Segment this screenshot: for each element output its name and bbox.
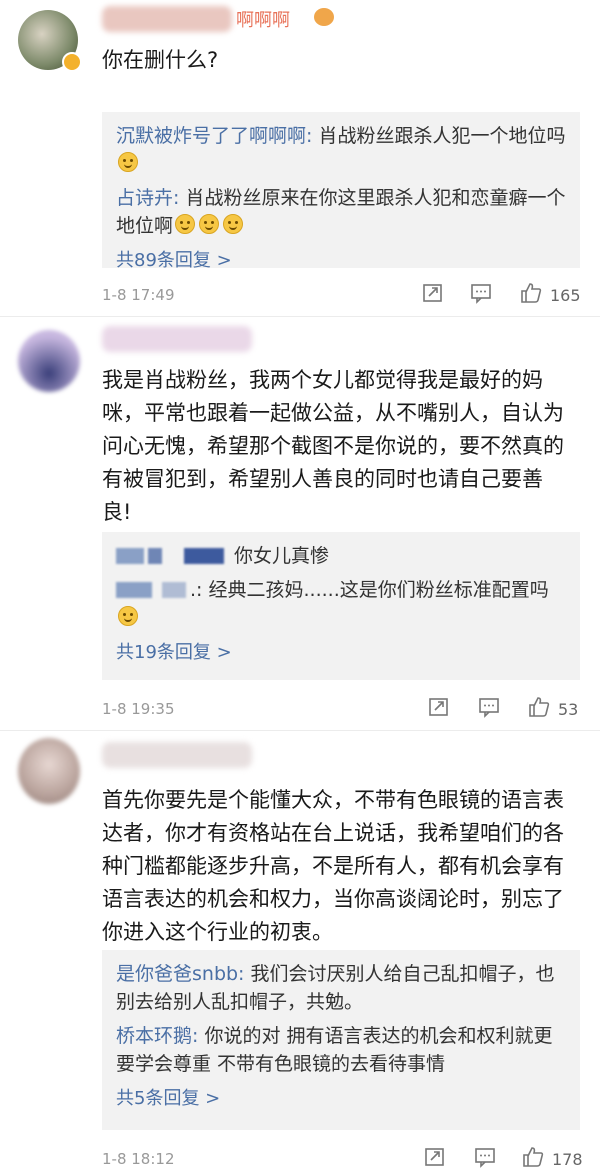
comment-meta: 1-8 19:35 53	[102, 694, 580, 724]
reply-text: 经典二孩妈......这是你们粉丝标准配置吗	[202, 579, 549, 601]
timestamp: 1-8 19:35	[102, 700, 175, 718]
like-count: 178	[552, 1150, 583, 1169]
username-suffix[interactable]: 啊啊啊	[236, 6, 290, 32]
comment-2: 我是肖战粉丝，我两个女儿都觉得我是最好的妈咪，平常也跟着一起做公益，从不嘴别人，…	[0, 318, 600, 728]
reply-item[interactable]: 占诗卉: 肖战粉丝原来在你这里跟杀人犯和恋童癖一个地位啊	[116, 184, 566, 240]
reply-author[interactable]: .:	[190, 579, 202, 601]
comment-text: 我是肖战粉丝，我两个女儿都觉得我是最好的妈咪，平常也跟着一起做公益，从不嘴别人，…	[102, 368, 564, 524]
reply-text: 你女儿真惨	[234, 545, 330, 567]
divider	[0, 316, 600, 317]
share-icon[interactable]	[428, 696, 450, 718]
reply-box[interactable]: 你女儿真惨 .: 经典二孩妈......这是你们粉丝标准配置吗 共19条回复 >	[102, 532, 580, 680]
reply-item[interactable]: 是你爸爸snbb: 我们会讨厌别人给自己乱扣帽子，也别去给别人乱扣帽子，共勉。	[116, 960, 566, 1016]
vip-emoji-icon	[314, 8, 334, 26]
timestamp: 1-8 18:12	[102, 1150, 175, 1168]
smile-emoji-icon	[223, 214, 244, 234]
more-replies-link[interactable]: 共89条回复 >	[116, 246, 566, 272]
reply-item[interactable]: 你女儿真惨	[116, 542, 566, 570]
like-count: 165	[550, 286, 581, 305]
like-icon[interactable]	[522, 1146, 544, 1168]
share-icon[interactable]	[424, 1146, 446, 1168]
comment-icon[interactable]	[474, 1146, 496, 1168]
comment-3: 首先你要先是个能懂大众，不带有色眼镜的语言表达者，你才有资格站在台上说话，我希望…	[0, 732, 600, 1171]
username-blurred[interactable]	[102, 326, 252, 352]
reply-author[interactable]: 占诗卉:	[116, 187, 179, 209]
reply-author[interactable]: 沉默被炸号了了啊啊啊:	[116, 125, 312, 147]
smile-emoji-icon	[199, 214, 220, 234]
comment-text: 你在删什么?	[102, 48, 219, 72]
reply-author[interactable]: 桥本环鹅:	[116, 1025, 198, 1047]
more-replies-link[interactable]: 共19条回复 >	[116, 638, 566, 664]
divider	[0, 730, 600, 731]
reply-author[interactable]: 是你爸爸snbb:	[116, 963, 244, 985]
reply-item[interactable]: .: 经典二孩妈......这是你们粉丝标准配置吗	[116, 576, 566, 632]
like-icon[interactable]	[528, 696, 550, 718]
like-icon[interactable]	[520, 282, 542, 304]
share-icon[interactable]	[422, 282, 444, 304]
reply-text: 肖战粉丝跟杀人犯一个地位吗	[312, 125, 566, 147]
reply-item[interactable]: 沉默被炸号了了啊啊啊: 肖战粉丝跟杀人犯一个地位吗	[116, 122, 566, 178]
verified-badge-icon	[62, 52, 82, 72]
pixelated-username[interactable]	[116, 545, 228, 567]
comment-text: 首先你要先是个能懂大众，不带有色眼镜的语言表达者，你才有资格站在台上说话，我希望…	[102, 788, 564, 944]
comment-meta: 1-8 18:12 178	[102, 1144, 583, 1174]
reply-item[interactable]: 桥本环鹅: 你说的对 拥有语言表达的机会和权利就更要学会尊重 不带有色眼镜的去看…	[116, 1022, 566, 1078]
like-count: 53	[558, 700, 579, 719]
username-blurred[interactable]	[102, 6, 232, 32]
comment-1: 啊啊啊 你在删什么? 沉默被炸号了了啊啊啊: 肖战粉丝跟杀人犯一个地位吗 占诗卉…	[0, 0, 600, 310]
timestamp: 1-8 17:49	[102, 286, 175, 304]
smile-emoji-icon	[175, 214, 196, 234]
comment-icon[interactable]	[470, 282, 492, 304]
reply-box[interactable]: 是你爸爸snbb: 我们会讨厌别人给自己乱扣帽子，也别去给别人乱扣帽子，共勉。 …	[102, 950, 580, 1130]
avatar[interactable]	[18, 330, 80, 392]
comment-meta: 1-8 17:49 165	[102, 280, 581, 310]
smile-emoji-icon	[118, 152, 138, 172]
reply-box[interactable]: 沉默被炸号了了啊啊啊: 肖战粉丝跟杀人犯一个地位吗 占诗卉: 肖战粉丝原来在你这…	[102, 112, 580, 271]
sweat-smile-emoji-icon	[118, 606, 138, 626]
avatar[interactable]	[18, 738, 80, 804]
comment-icon[interactable]	[478, 696, 500, 718]
pixelated-username[interactable]	[116, 579, 190, 601]
username-blurred[interactable]	[102, 742, 252, 768]
more-replies-link[interactable]: 共5条回复 >	[116, 1084, 566, 1110]
